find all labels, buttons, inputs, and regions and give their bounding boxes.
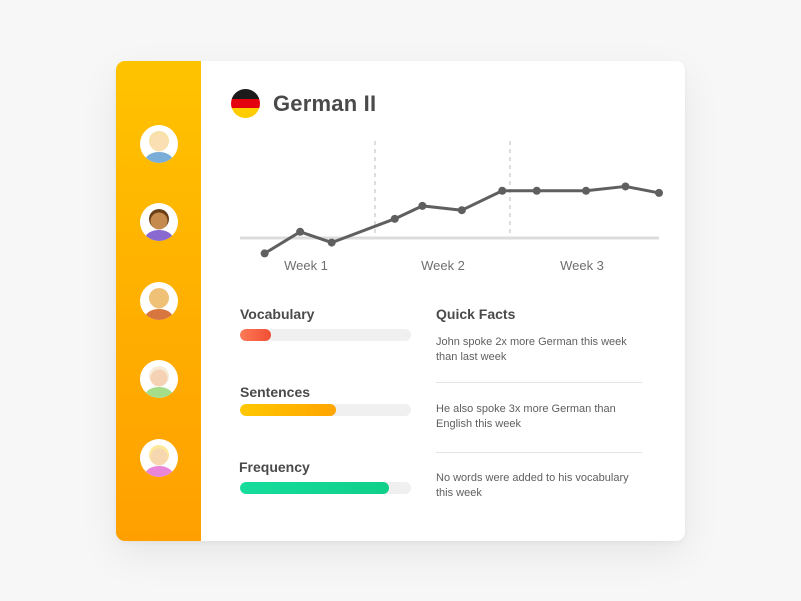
x-tick-label: Week 1 <box>284 258 328 273</box>
progress-bar-frequency <box>240 482 411 494</box>
data-point-2 <box>296 227 305 236</box>
progress-bar-vocabulary <box>240 329 411 341</box>
data-point-4 <box>390 214 399 223</box>
quick-fact-item: John spoke 2x more German this week than… <box>436 336 627 363</box>
progress-fill <box>240 482 389 494</box>
progress-bar-sentences <box>240 404 411 416</box>
data-point-3 <box>327 238 336 247</box>
metric-label-frequency: Frequency <box>239 459 310 475</box>
progress-fill <box>240 404 336 416</box>
course-panel: German II Week 1 Week 2 Week 3 Vocabulary S… <box>201 61 685 541</box>
student-avatar-5[interactable] <box>140 439 178 477</box>
germany-flag-icon <box>231 89 260 118</box>
progress-line-chart: Week 1 Week 2 Week 3 <box>240 141 663 273</box>
series-line <box>263 184 660 255</box>
page-title: German II <box>273 91 377 116</box>
data-point-11 <box>655 188 663 197</box>
quick-facts-title: Quick Facts <box>436 306 516 322</box>
data-point-1 <box>260 249 269 258</box>
data-point-8 <box>532 186 541 195</box>
avatar-brown-hair-icon <box>145 209 173 241</box>
student-avatar-2[interactable] <box>140 203 178 241</box>
student-avatar-3[interactable] <box>140 282 178 320</box>
student-avatar-1[interactable] <box>140 125 178 163</box>
student-sidebar <box>116 61 201 541</box>
course-card: German II Week 1 Week 2 Week 3 Vocabulary S… <box>116 61 685 541</box>
x-tick-label: Week 2 <box>421 258 465 273</box>
avatar-yellow-hair-icon <box>145 445 173 477</box>
metric-label-vocabulary: Vocabulary <box>240 306 315 322</box>
avatar-blonde-icon <box>145 131 173 163</box>
data-point-7 <box>498 186 507 195</box>
data-point-9 <box>582 186 591 195</box>
progress-fill <box>240 329 271 341</box>
fact-divider <box>436 382 642 383</box>
data-point-5 <box>418 201 427 210</box>
x-tick-label: Week 3 <box>560 258 604 273</box>
student-avatar-4[interactable] <box>140 360 178 398</box>
data-point-6 <box>457 206 466 215</box>
data-point-10 <box>621 182 630 191</box>
avatar-bald-icon <box>145 288 173 320</box>
stage: German II Week 1 Week 2 Week 3 Vocabulary S… <box>0 0 801 601</box>
fact-divider <box>436 452 642 453</box>
avatar-light-hair-icon <box>145 366 173 398</box>
quick-fact-item: No words were added to his vocabulary th… <box>436 472 629 499</box>
metric-label-sentences: Sentences <box>240 384 311 400</box>
quick-fact-item: He also spoke 3x more German than Englis… <box>436 403 616 430</box>
